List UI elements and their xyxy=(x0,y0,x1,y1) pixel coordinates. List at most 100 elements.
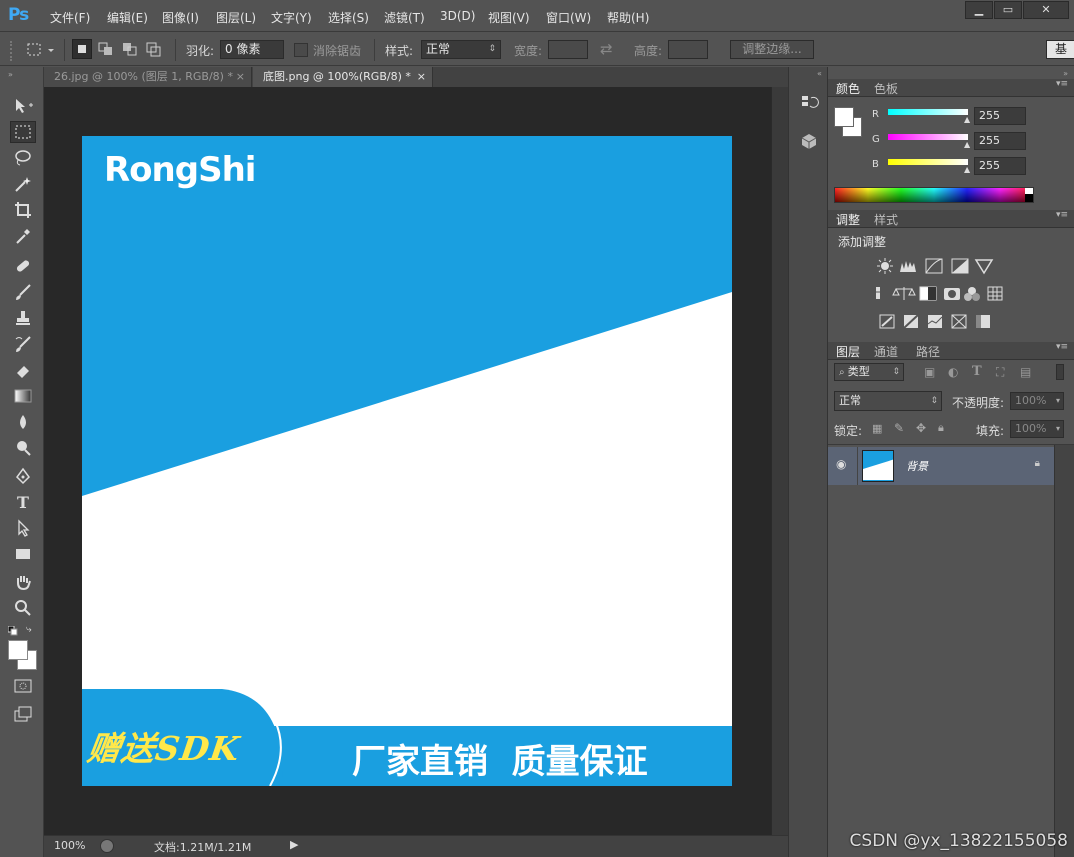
opacity-input[interactable]: 100% ▾ xyxy=(1010,392,1064,410)
tab-base-png[interactable]: 底图.png @ 100%(RGB/8) * × xyxy=(253,67,433,87)
panel-menu-icon[interactable]: ▾≡ xyxy=(1056,210,1068,220)
swap-dimensions-icon[interactable]: ⇄ xyxy=(600,40,613,58)
minimize-button[interactable]: ▁ xyxy=(965,1,993,19)
menu-filter[interactable]: 滤镜(T) xyxy=(384,9,425,26)
filter-adjustment-icon[interactable]: ◐ xyxy=(948,365,958,379)
refine-edge-button[interactable]: 调整边缘... xyxy=(730,40,814,59)
lock-transparency-icon[interactable]: ▦ xyxy=(872,422,882,435)
hand-tool[interactable] xyxy=(10,571,36,593)
tab-26-jpg[interactable]: 26.jpg @ 100% (图层 1, RGB/8) * × xyxy=(44,67,252,87)
tab-paths[interactable]: 路径 xyxy=(916,343,940,360)
document-canvas[interactable]: RongShi 赠送SDK 厂家直销 质量保证 xyxy=(82,136,732,786)
lasso-tool[interactable] xyxy=(10,147,36,169)
collapse-icon[interactable]: « xyxy=(817,69,822,78)
channel-b-input[interactable]: 255 xyxy=(974,157,1026,175)
panel-menu-icon[interactable]: ▾≡ xyxy=(1056,342,1068,352)
zoom-tool[interactable] xyxy=(10,597,36,619)
lock-brush-icon[interactable]: ✎ xyxy=(894,421,904,435)
panel-menu-icon[interactable]: ▾≡ xyxy=(1056,79,1068,89)
height-input[interactable] xyxy=(668,40,708,59)
close-window-button[interactable]: ✕ xyxy=(1023,1,1069,19)
lock-all-icon[interactable]: 🔒︎ xyxy=(938,421,944,435)
gradient-tool[interactable] xyxy=(10,385,36,407)
eraser-tool[interactable] xyxy=(10,359,36,381)
intersect-selection-button[interactable] xyxy=(144,39,164,59)
layer-row[interactable]: ◉ 背景 🔒︎ xyxy=(828,447,1054,485)
pen-tool[interactable] xyxy=(10,465,36,487)
tab-adjustments[interactable]: 调整 xyxy=(836,211,860,228)
dodge-tool[interactable] xyxy=(10,437,36,459)
hue-saturation-icon[interactable] xyxy=(864,287,880,299)
filter-toggle-switch[interactable] xyxy=(1056,364,1064,380)
crop-tool[interactable] xyxy=(10,199,36,221)
foreground-color-swatch[interactable] xyxy=(8,640,28,660)
menu-file[interactable]: 文件(F) xyxy=(50,9,90,26)
restore-button[interactable]: ▭ xyxy=(994,1,1022,19)
subtract-selection-button[interactable] xyxy=(120,39,140,59)
channel-mixer-icon[interactable] xyxy=(964,287,980,301)
layer-filter-select[interactable]: ⌕ 类型 ⇕ xyxy=(834,363,904,381)
exposure-icon[interactable] xyxy=(951,258,969,274)
photo-filter-icon[interactable] xyxy=(944,288,960,300)
blur-tool[interactable] xyxy=(10,411,36,433)
feather-input[interactable]: 0 像素 xyxy=(220,40,284,59)
tab-layers[interactable]: 图层 xyxy=(836,343,860,360)
posterize-icon[interactable] xyxy=(903,314,919,329)
filter-type-icon[interactable]: T xyxy=(972,364,982,379)
clone-stamp-tool[interactable] xyxy=(10,307,36,329)
antialias-checkbox[interactable] xyxy=(294,43,308,57)
filter-shape-icon[interactable]: ⛶ xyxy=(996,365,1004,380)
curves-icon[interactable] xyxy=(925,258,943,274)
slider-r[interactable] xyxy=(888,109,968,115)
zoom-level[interactable]: 100% xyxy=(54,839,85,852)
share-icon[interactable] xyxy=(100,839,114,853)
collapse-icon[interactable]: » xyxy=(8,70,13,79)
brightness-contrast-icon[interactable] xyxy=(877,258,893,274)
quick-mask-button[interactable] xyxy=(10,675,36,697)
color-spectrum-ramp[interactable] xyxy=(834,187,1034,203)
default-colors-icon[interactable] xyxy=(7,625,18,636)
rectangle-tool[interactable] xyxy=(10,543,36,565)
layers-scrollbar[interactable] xyxy=(1054,445,1074,857)
menu-select[interactable]: 选择(S) xyxy=(328,9,369,26)
levels-icon[interactable] xyxy=(900,261,916,272)
tab-color[interactable]: 颜色 xyxy=(836,80,860,97)
lock-position-icon[interactable]: ✥ xyxy=(916,421,926,435)
width-input[interactable] xyxy=(548,40,588,59)
screen-mode-button[interactable] xyxy=(10,703,36,725)
magic-wand-tool[interactable] xyxy=(10,173,36,195)
selective-color-icon[interactable] xyxy=(951,314,967,329)
close-icon[interactable]: × xyxy=(417,67,426,87)
menu-3d[interactable]: 3D(D) xyxy=(440,9,475,23)
channel-r-input[interactable]: 255 xyxy=(974,107,1026,125)
collapse-icon[interactable]: » xyxy=(1063,69,1068,78)
add-selection-button[interactable] xyxy=(96,39,116,59)
visibility-toggle[interactable]: ◉ xyxy=(828,447,858,485)
marquee-preset-picker[interactable] xyxy=(26,41,56,59)
slider-thumb-icon[interactable]: ▲ xyxy=(964,165,970,174)
layer-name[interactable]: 背景 xyxy=(906,458,928,474)
invert-icon[interactable] xyxy=(879,314,895,329)
slider-thumb-icon[interactable]: ▲ xyxy=(964,140,970,149)
type-tool[interactable]: T xyxy=(10,491,36,513)
style-select[interactable]: 正常 ⇕ xyxy=(421,40,501,59)
channel-g-input[interactable]: 255 xyxy=(974,132,1026,150)
vibrance-icon[interactable] xyxy=(974,259,994,275)
color-balance-icon[interactable] xyxy=(892,287,916,300)
brush-tool[interactable] xyxy=(10,281,36,303)
rectangular-marquee-tool[interactable] xyxy=(10,121,36,143)
path-selection-tool[interactable] xyxy=(10,517,36,539)
tab-channels[interactable]: 通道 xyxy=(874,343,898,360)
menu-layer[interactable]: 图层(L) xyxy=(216,9,256,26)
black-white-icon[interactable] xyxy=(919,286,937,301)
slider-b[interactable] xyxy=(888,159,968,165)
eyedropper-tool[interactable] xyxy=(10,225,36,247)
slider-g[interactable] xyxy=(888,134,968,140)
filter-pixel-icon[interactable]: ▣ xyxy=(924,365,935,379)
foreground-color-swatch[interactable] xyxy=(834,107,854,127)
filter-smart-object-icon[interactable]: ▤ xyxy=(1020,365,1031,379)
history-panel-button[interactable] xyxy=(799,93,819,113)
workspace-switcher[interactable]: 基 xyxy=(1046,40,1074,59)
menu-type[interactable]: 文字(Y) xyxy=(271,9,312,26)
menu-image[interactable]: 图像(I) xyxy=(162,9,199,26)
